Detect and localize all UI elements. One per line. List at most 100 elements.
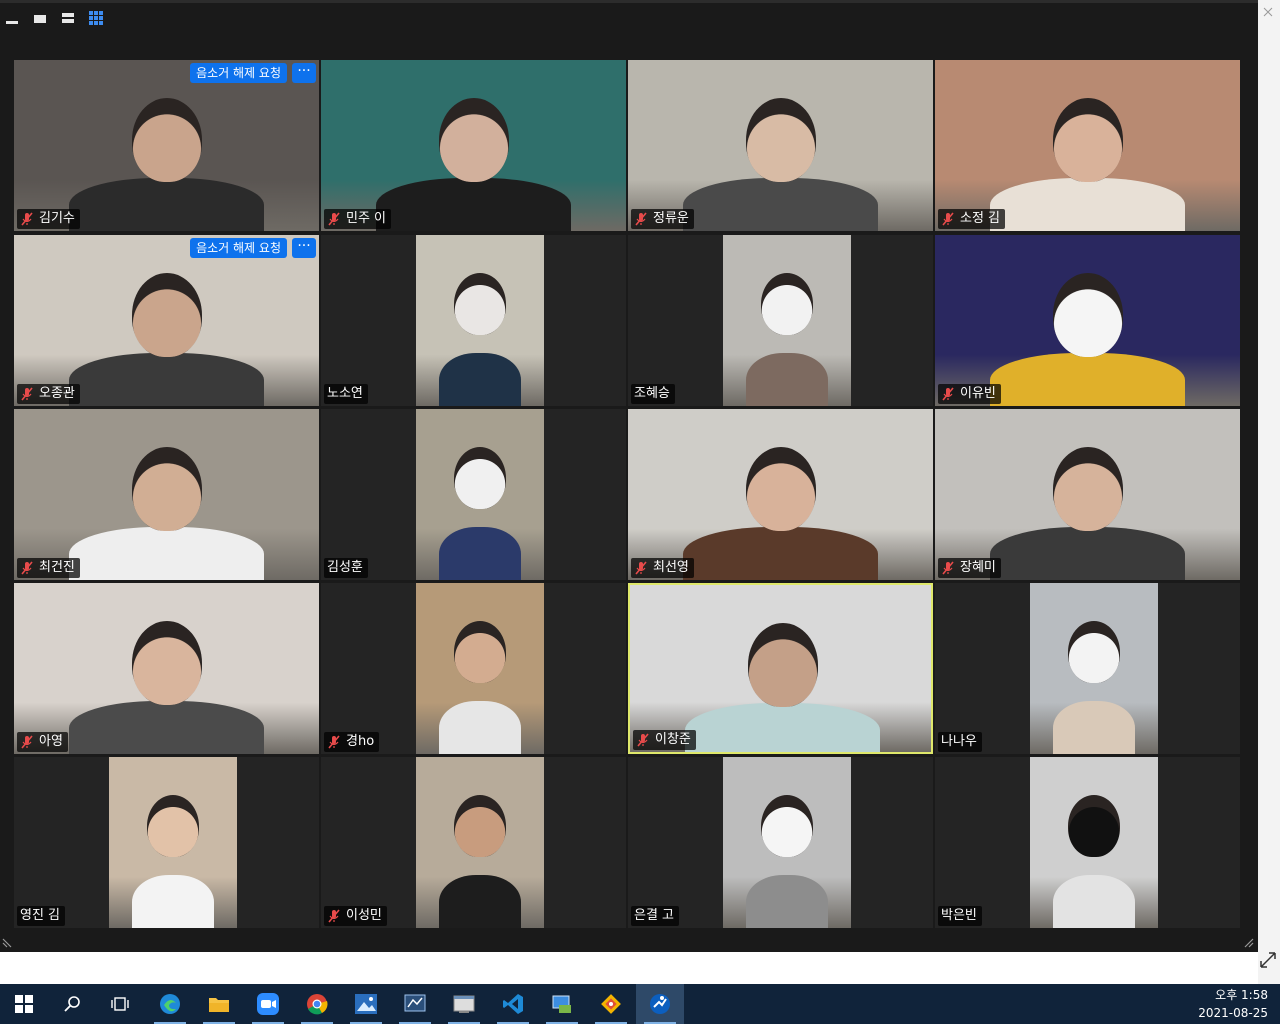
- participant-name-badge: 은결 고: [631, 906, 680, 926]
- participant-tile[interactable]: 이성민: [321, 757, 626, 928]
- muted-mic-icon: [21, 212, 33, 226]
- participant-name-badge: 조혜승: [631, 384, 675, 404]
- participant-name-badge: 노소연: [324, 384, 368, 404]
- participant-tile[interactable]: 영진 김: [14, 757, 319, 928]
- side-by-side-view-icon[interactable]: [60, 11, 76, 25]
- participant-tile[interactable]: 소정 김: [935, 60, 1240, 231]
- expand-icon[interactable]: [1258, 950, 1278, 970]
- participant-name-badge: 김기수: [17, 209, 80, 229]
- windows-taskbar: 오후 1:58 2021-08-25: [0, 984, 1280, 1024]
- zoom-icon[interactable]: [244, 984, 292, 1024]
- participant-name-badge: 소정 김: [938, 209, 1006, 229]
- participant-video: [630, 585, 931, 752]
- photos-icon[interactable]: [342, 984, 390, 1024]
- participant-name-badge: 경ho: [324, 732, 380, 752]
- vscode-icon[interactable]: [489, 984, 537, 1024]
- participant-name: 민주 이: [346, 211, 387, 226]
- muted-mic-icon: [635, 561, 647, 575]
- participant-video: [935, 60, 1240, 231]
- participant-tile[interactable]: 아영: [14, 583, 319, 754]
- participant-tile[interactable]: 최선영: [628, 409, 933, 580]
- muted-mic-icon: [637, 733, 649, 747]
- network-app-icon[interactable]: [391, 984, 439, 1024]
- participant-tile[interactable]: 조혜승: [628, 235, 933, 406]
- gallery-view-icon[interactable]: [88, 11, 104, 25]
- muted-mic-icon: [328, 735, 340, 749]
- system-clock[interactable]: 오후 1:58 2021-08-25: [1198, 986, 1268, 1022]
- request-unmute-button[interactable]: 음소거 해제 요청: [190, 238, 287, 258]
- participant-name: 이성민: [346, 908, 382, 923]
- muted-mic-icon: [942, 561, 954, 575]
- participant-tile[interactable]: 박은빈: [935, 757, 1240, 928]
- participant-tile[interactable]: 이창준: [628, 583, 933, 754]
- participant-video: [935, 235, 1240, 406]
- request-unmute-button[interactable]: 음소거 해제 요청: [190, 63, 287, 83]
- resize-grip-left-icon[interactable]: [2, 936, 14, 948]
- participant-name: 이창준: [655, 732, 691, 747]
- muted-mic-icon: [328, 212, 340, 226]
- file-explorer-icon[interactable]: [195, 984, 243, 1024]
- participant-name-badge: 이창준: [633, 730, 696, 750]
- participant-name: 조혜승: [634, 386, 670, 401]
- participant-video: [416, 757, 544, 928]
- more-options-button[interactable]: ···: [292, 63, 316, 83]
- participant-video: [935, 409, 1240, 580]
- participant-name: 은결 고: [634, 908, 675, 923]
- active-app-icon[interactable]: [636, 984, 684, 1024]
- participant-name-badge: 이성민: [324, 906, 387, 926]
- participant-video: [14, 583, 319, 754]
- participant-tile[interactable]: 음소거 해제 요청 ··· 김기수: [14, 60, 319, 231]
- chrome-icon[interactable]: [293, 984, 341, 1024]
- close-icon[interactable]: [1262, 6, 1274, 18]
- participant-name-badge: 아영: [17, 732, 68, 752]
- participant-name: 나나우: [941, 734, 977, 749]
- participant-name: 김성훈: [327, 560, 363, 575]
- participant-tile[interactable]: 경ho: [321, 583, 626, 754]
- participant-tile[interactable]: 은결 고: [628, 757, 933, 928]
- participant-name: 박은빈: [941, 908, 977, 923]
- participant-video: [723, 757, 851, 928]
- background-window-edge: [1258, 0, 1280, 1024]
- edge-icon[interactable]: [146, 984, 194, 1024]
- participant-name-badge: 김성훈: [324, 558, 368, 578]
- participant-name-badge: 정류운: [631, 209, 694, 229]
- participant-video: [109, 757, 237, 928]
- remote-desktop-icon[interactable]: [538, 984, 586, 1024]
- speaker-view-icon[interactable]: [32, 11, 48, 25]
- resize-grip-right-icon[interactable]: [1242, 936, 1254, 948]
- git-icon[interactable]: [587, 984, 635, 1024]
- participant-tile[interactable]: 민주 이: [321, 60, 626, 231]
- participant-name-badge: 영진 김: [17, 906, 66, 926]
- muted-mic-icon: [21, 735, 33, 749]
- participant-name-badge: 이유빈: [938, 384, 1001, 404]
- participant-tile[interactable]: 나나우: [935, 583, 1240, 754]
- participant-name: 장혜미: [960, 560, 996, 575]
- participant-video: [628, 60, 933, 231]
- minimize-view-icon[interactable]: [4, 11, 20, 25]
- participant-tile[interactable]: 장혜미: [935, 409, 1240, 580]
- task-view-icon[interactable]: [96, 984, 144, 1024]
- participant-tile[interactable]: 음소거 해제 요청 ··· 오종관: [14, 235, 319, 406]
- start-icon[interactable]: [0, 984, 48, 1024]
- window-app-icon[interactable]: [440, 984, 488, 1024]
- more-options-button[interactable]: ···: [292, 238, 316, 258]
- participant-video: [723, 235, 851, 406]
- muted-mic-icon: [21, 387, 33, 401]
- participant-name: 노소연: [327, 386, 363, 401]
- participant-name: 영진 김: [20, 908, 61, 923]
- participant-name: 소정 김: [960, 211, 1001, 226]
- participant-tile[interactable]: 노소연: [321, 235, 626, 406]
- participant-name: 최선영: [653, 560, 689, 575]
- participant-gallery: 음소거 해제 요청 ··· 김기수 민주 이 정류운 소정 김 음소거 해제 요청 ··· 오종…: [14, 60, 1242, 930]
- participant-tile[interactable]: 이유빈: [935, 235, 1240, 406]
- participant-name: 최건진: [39, 560, 75, 575]
- participant-tile[interactable]: 김성훈: [321, 409, 626, 580]
- participant-name-badge: 장혜미: [938, 558, 1001, 578]
- participant-video: [1030, 757, 1158, 928]
- participant-video: [628, 409, 933, 580]
- participant-tile[interactable]: 최건진: [14, 409, 319, 580]
- participant-video: [416, 583, 544, 754]
- participant-tile[interactable]: 정류운: [628, 60, 933, 231]
- search-icon[interactable]: [48, 984, 96, 1024]
- participant-video: [14, 409, 319, 580]
